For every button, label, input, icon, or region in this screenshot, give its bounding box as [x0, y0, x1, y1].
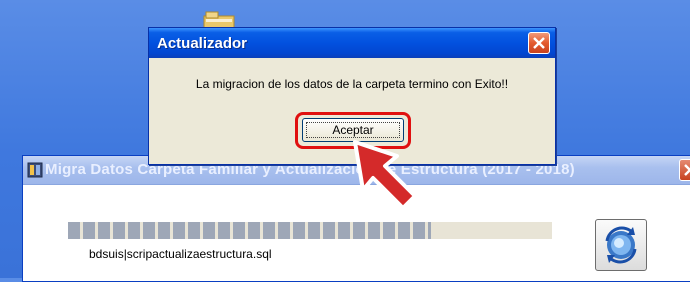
dialog-title: Actualizador — [157, 35, 248, 52]
app-icon — [27, 162, 43, 178]
status-text: bdsuis|scripactualizaestructura.sql — [89, 247, 272, 261]
dialog-message: La migracion de los datos de la carpeta … — [195, 77, 509, 91]
dialog-close-button[interactable] — [528, 32, 550, 54]
dialog-titlebar[interactable]: Actualizador — [149, 28, 555, 58]
refresh-button[interactable] — [595, 219, 647, 271]
refresh-icon — [605, 226, 637, 264]
progress-fill — [68, 222, 431, 239]
close-icon — [684, 164, 690, 176]
progress-bar — [68, 222, 552, 239]
red-arrow-icon — [353, 140, 417, 210]
migration-window-close-button[interactable] — [679, 159, 690, 181]
close-icon — [533, 37, 545, 49]
